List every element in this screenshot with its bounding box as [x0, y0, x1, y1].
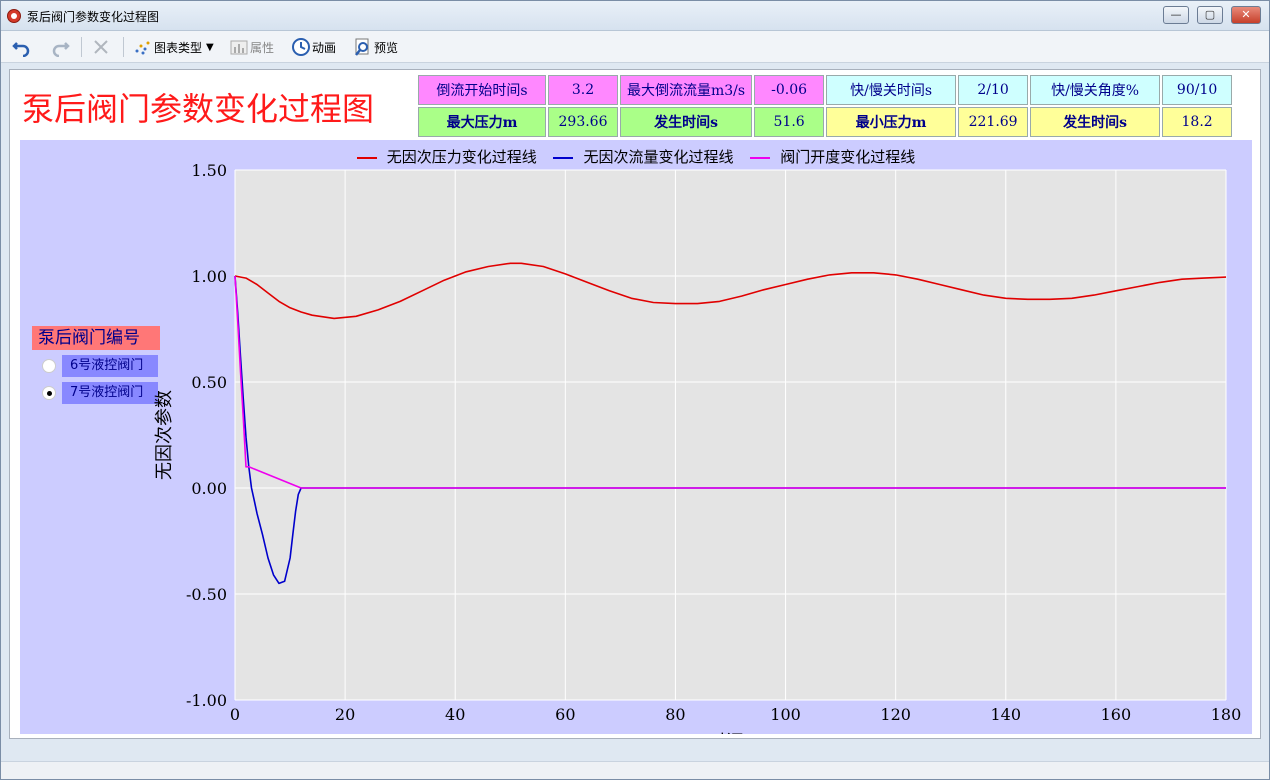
- x-tick-label: 120: [880, 705, 911, 724]
- x-tick-label: 0: [230, 705, 240, 724]
- clock-icon: [291, 37, 311, 57]
- redo-icon: [51, 37, 71, 57]
- chart-area: 无因次压力变化过程线 无因次流量变化过程线 阀门开度变化过程线 泵后阀门编号 6…: [20, 140, 1252, 734]
- preview-button[interactable]: 预览: [353, 35, 398, 59]
- stats-label: 发生时间s: [620, 107, 753, 137]
- animation-button[interactable]: 动画: [291, 35, 336, 59]
- delete-button[interactable]: [91, 35, 112, 59]
- y-tick-label: 1.50: [191, 161, 227, 180]
- undo-icon: [11, 37, 31, 57]
- chart-type-label: 图表类型: [154, 40, 203, 55]
- stats-label: 最小压力m: [826, 107, 957, 137]
- stats-label: 快/慢关时间s: [826, 75, 957, 105]
- y-axis-title: 无因次参数: [154, 390, 175, 480]
- plot-area: [235, 170, 1226, 700]
- y-tick-label: 1.00: [191, 267, 227, 286]
- toolbar-separator: [123, 37, 124, 57]
- y-tick-label: 0.50: [191, 373, 227, 392]
- x-axis-title: 时间s: [708, 732, 753, 734]
- bar-chart-icon: [229, 37, 249, 57]
- y-tick-label: -1.00: [186, 691, 227, 710]
- chart-panel: 泵后阀门参数变化过程图 倒流开始时间s 3.2 最大倒流流量m3/s -0.06 快/慢…: [9, 69, 1261, 739]
- page-title: 泵后阀门参数变化过程图: [22, 90, 375, 128]
- chart-type-dropdown[interactable]: 图表类型 ▼: [133, 35, 214, 59]
- app-window: 泵后阀门参数变化过程图 — ▢ ✕ 图表类型 ▼ 属性 动画 预览 泵后阀门参数…: [0, 0, 1270, 780]
- x-tick-label: 80: [665, 705, 685, 724]
- app-icon: [7, 9, 21, 23]
- y-tick-label: 0.00: [191, 479, 227, 498]
- stats-row: 最大压力m 293.66 发生时间s 51.6 最小压力m 221.69 发生时间s 18.2: [418, 107, 1233, 137]
- stats-value: 3.2: [548, 75, 618, 105]
- stats-table: 倒流开始时间s 3.2 最大倒流流量m3/s -0.06 快/慢关时间s 2/10 快/慢关…: [416, 73, 1234, 139]
- preview-label: 预览: [374, 40, 399, 55]
- line-chart: 0 20 40 60 80 100 120 140 160 180 1.50 1.00 0.50 0.00…: [154, 161, 1242, 734]
- delete-icon: [91, 37, 111, 57]
- x-tick-label: 140: [991, 705, 1022, 724]
- properties-label: 属性: [250, 40, 275, 55]
- status-bar: [1, 761, 1269, 779]
- y-tick-label: -0.50: [186, 585, 227, 604]
- stats-label: 发生时间s: [1030, 107, 1161, 137]
- undo-button[interactable]: [11, 35, 32, 59]
- properties-button[interactable]: 属性: [229, 35, 274, 59]
- x-tick-label: 20: [335, 705, 355, 724]
- stats-value: 2/10: [958, 75, 1029, 105]
- animation-label: 动画: [312, 40, 337, 55]
- maximize-button[interactable]: ▢: [1197, 6, 1223, 24]
- close-button[interactable]: ✕: [1231, 6, 1261, 24]
- toolbar-separator: [81, 37, 82, 57]
- x-tick-label: 160: [1101, 705, 1132, 724]
- stats-value: 90/10: [1162, 75, 1233, 105]
- stats-value: 221.69: [958, 107, 1029, 137]
- scatter-chart-icon: [133, 37, 153, 57]
- stats-label: 快/慢关角度%: [1030, 75, 1161, 105]
- chevron-down-icon: ▼: [206, 41, 214, 53]
- magnifier-icon: [353, 37, 373, 57]
- window-title: 泵后阀门参数变化过程图: [27, 10, 160, 24]
- stats-value: -0.06: [754, 75, 825, 105]
- stats-label: 最大压力m: [418, 107, 546, 137]
- toolbar: 图表类型 ▼ 属性 动画 预览: [1, 31, 1269, 63]
- x-tick-label: 100: [770, 705, 801, 724]
- stats-value: 293.66: [548, 107, 618, 137]
- stats-label: 最大倒流流量m3/s: [620, 75, 753, 105]
- x-tick-label: 180: [1211, 705, 1242, 724]
- x-tick-label: 40: [445, 705, 465, 724]
- minimize-button[interactable]: —: [1163, 6, 1189, 24]
- redo-button[interactable]: [51, 35, 72, 59]
- stats-value: 51.6: [754, 107, 825, 137]
- x-tick-label: 60: [555, 705, 575, 724]
- title-bar[interactable]: 泵后阀门参数变化过程图 — ▢ ✕: [1, 1, 1269, 31]
- stats-value: 18.2: [1162, 107, 1233, 137]
- stats-row: 倒流开始时间s 3.2 最大倒流流量m3/s -0.06 快/慢关时间s 2/10 快/慢关…: [418, 75, 1233, 105]
- stats-label: 倒流开始时间s: [418, 75, 546, 105]
